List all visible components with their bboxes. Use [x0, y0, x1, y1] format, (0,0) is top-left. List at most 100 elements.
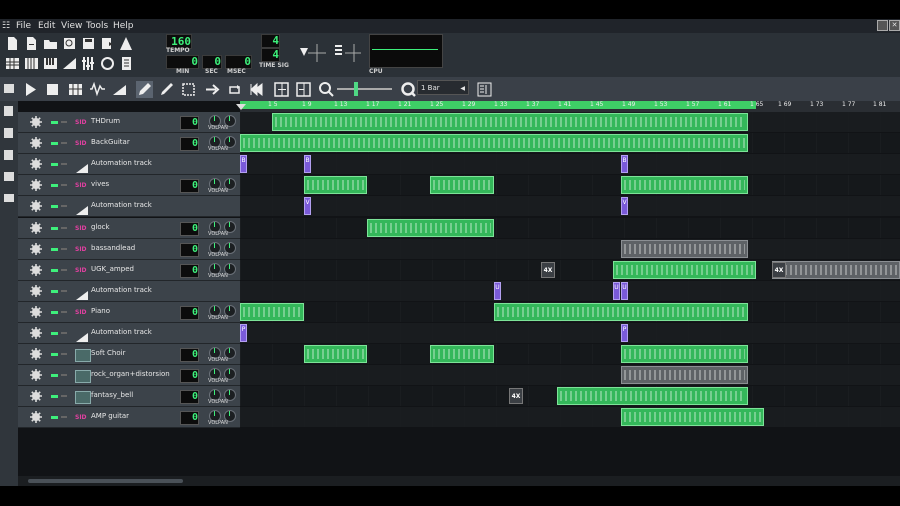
automation-clip[interactable]: U [621, 281, 628, 300]
pattern-clip[interactable] [621, 345, 748, 364]
track-lane[interactable] [240, 407, 900, 428]
track-name[interactable]: bassandlead [91, 244, 135, 252]
zoom-slider-handle[interactable] [354, 82, 358, 96]
menu-edit[interactable]: Edit [38, 21, 55, 31]
track-name[interactable]: fantasy_bell [91, 391, 133, 399]
automation-clip[interactable]: V [304, 197, 311, 216]
track-row[interactable]: SID UGK_amped 0 VOLPAN [18, 259, 240, 281]
automation-clip[interactable]: P [240, 324, 247, 342]
gear-icon[interactable] [30, 116, 42, 128]
recent-search-icon[interactable] [62, 36, 77, 51]
solo-led[interactable] [61, 163, 67, 166]
track-volume-lcd[interactable]: 0 [180, 411, 199, 426]
track-name[interactable]: Automation track [91, 201, 152, 209]
mute-led[interactable] [51, 310, 58, 314]
mute-led[interactable] [51, 247, 58, 251]
gear-icon[interactable] [30, 411, 42, 424]
mute-led[interactable] [51, 163, 58, 167]
track-volume-lcd[interactable]: 0 [180, 116, 199, 130]
track-row[interactable]: SID vives 0 VOLPAN [18, 175, 240, 197]
pattern-clip[interactable] [494, 302, 748, 321]
solo-led[interactable] [61, 142, 67, 145]
track-row[interactable]: Automation track [18, 196, 240, 218]
playhead-marker[interactable] [236, 104, 246, 110]
gear-icon[interactable] [30, 390, 42, 403]
track-name[interactable]: Soft Choir [91, 349, 125, 357]
insert-bar-icon[interactable] [273, 81, 290, 98]
export-tracks-icon[interactable] [119, 36, 134, 51]
track-row[interactable]: Automation track [18, 323, 240, 344]
track-lane[interactable] [240, 323, 900, 344]
my-samples-icon[interactable] [4, 128, 13, 138]
automation-clip[interactable]: V [621, 197, 628, 216]
automation-clip[interactable]: B [304, 155, 311, 174]
beat-repeat-clip[interactable]: 4X [772, 261, 786, 278]
app-grid-icon[interactable]: ☷ [2, 21, 10, 31]
track-name[interactable]: rock_organ+distorsion [91, 370, 170, 378]
menu-file[interactable]: File [16, 21, 31, 31]
mixer-icon[interactable] [81, 56, 96, 71]
track-row[interactable]: SID bassandlead 0 VOLPAN [18, 238, 240, 260]
track-name[interactable]: Piano [91, 307, 110, 315]
track-volume-lcd[interactable]: 0 [180, 179, 199, 194]
track-volume-lcd[interactable]: 0 [180, 221, 199, 236]
track-volume-lcd[interactable]: 0 [180, 348, 199, 363]
solo-led[interactable] [61, 310, 67, 313]
add-automation-track-icon[interactable] [111, 81, 128, 98]
pattern-clip[interactable] [304, 345, 367, 364]
pattern-clip[interactable] [621, 176, 748, 195]
timesig-numerator[interactable]: 4 [261, 34, 280, 48]
track-name[interactable]: UGK_amped [91, 265, 134, 273]
gear-icon[interactable] [30, 369, 42, 382]
gear-icon[interactable] [30, 158, 42, 171]
draw-mode-icon[interactable] [136, 81, 153, 98]
new-from-template-icon[interactable] [24, 36, 39, 51]
track-row[interactable]: Soft Choir 0 VOLPAN [18, 344, 240, 366]
stop-icon[interactable] [44, 81, 61, 98]
track-lane[interactable] [240, 196, 900, 217]
track-name[interactable]: BackGuitar [91, 138, 130, 146]
pattern-clip[interactable] [272, 113, 748, 132]
track-volume-lcd[interactable]: 0 [180, 369, 199, 384]
track-row[interactable]: SID AMP guitar 0 VOLPAN [18, 407, 240, 429]
track-volume-lcd[interactable]: 0 [180, 263, 199, 278]
zoom-slider[interactable] [337, 88, 392, 90]
follow-playhead-icon[interactable] [204, 81, 221, 98]
pattern-clip[interactable] [240, 302, 304, 321]
solo-led[interactable] [61, 247, 67, 250]
solo-led[interactable] [61, 268, 67, 271]
loop-icon[interactable] [226, 81, 243, 98]
track-name[interactable]: glock [91, 223, 110, 231]
mute-led[interactable] [51, 142, 58, 146]
track-volume-lcd[interactable]: 0 [180, 137, 199, 152]
automation-clip[interactable]: U [494, 281, 501, 300]
automation-clip[interactable]: U [613, 281, 620, 300]
automation-clip[interactable]: B [621, 155, 628, 174]
computer-icon[interactable] [4, 194, 14, 202]
master-volume-slider[interactable] [298, 42, 328, 64]
track-volume-lcd[interactable]: 0 [180, 242, 199, 257]
solo-led[interactable] [61, 205, 67, 208]
beat-repeat-clip[interactable]: 4X [541, 261, 555, 278]
menu-help[interactable]: Help [113, 21, 134, 31]
track-volume-lcd[interactable]: 0 [180, 305, 199, 320]
track-name[interactable]: AMP guitar [91, 412, 129, 420]
project-notes-icon[interactable] [119, 56, 134, 71]
mute-led[interactable] [51, 416, 58, 420]
instrument-plugins-icon[interactable] [4, 84, 14, 93]
master-pitch-slider[interactable] [333, 42, 363, 64]
solo-led[interactable] [61, 289, 67, 292]
piano-roll-icon[interactable] [43, 56, 58, 71]
pattern-clip[interactable] [430, 176, 494, 195]
gear-icon[interactable] [30, 137, 42, 150]
solo-led[interactable] [61, 121, 67, 123]
horizontal-scroll-thumb[interactable] [28, 479, 183, 483]
add-sample-track-icon[interactable] [89, 81, 106, 98]
beat-editor-icon[interactable] [24, 56, 39, 71]
my-presets-icon[interactable] [4, 150, 13, 160]
automation-editor-icon[interactable] [62, 56, 77, 71]
gear-icon[interactable] [30, 327, 42, 339]
rewind-icon[interactable] [248, 81, 265, 98]
pattern-clip[interactable] [367, 218, 494, 237]
play-icon[interactable] [22, 81, 39, 98]
